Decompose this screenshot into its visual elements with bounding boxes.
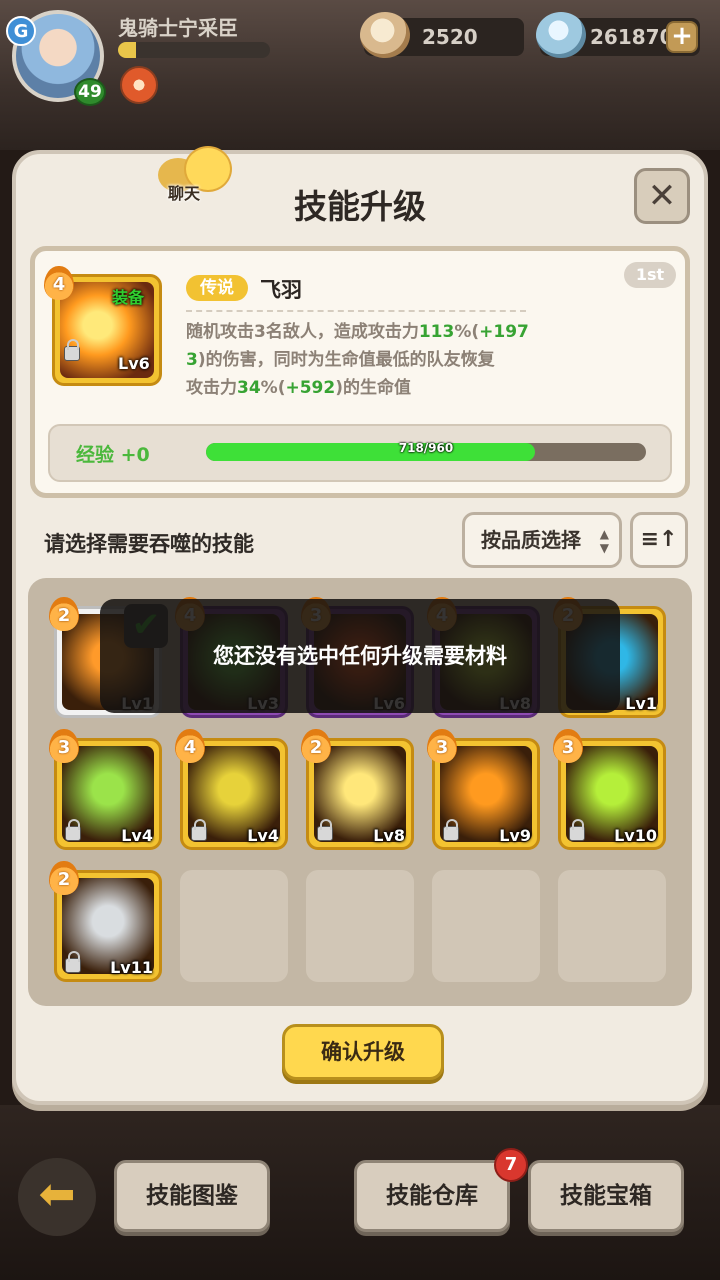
skill-level-label: Lv4 bbox=[247, 826, 279, 845]
skill-description: 随机攻击3名敌人，造成攻击力113%(+197 3)的伤害，同时为生命值最低的队友… bbox=[186, 322, 529, 398]
toast-message: 您还没有选中任何升级需要材料 bbox=[100, 599, 620, 713]
dropdown-label: 按品质选择 bbox=[481, 528, 581, 552]
skill-level-label: Lv8 bbox=[373, 826, 405, 845]
lock-icon bbox=[65, 951, 81, 973]
skill-warehouse-button[interactable]: 技能仓库 bbox=[354, 1160, 510, 1232]
skill-level-label: Lv4 bbox=[121, 826, 153, 845]
warehouse-notification-badge: 7 bbox=[494, 1148, 528, 1182]
gem-amount: 261870 bbox=[590, 25, 674, 49]
player-exp-bar bbox=[118, 42, 270, 58]
lock-icon bbox=[569, 819, 585, 841]
lock-icon bbox=[317, 819, 333, 841]
avatar-badge-icon: G bbox=[6, 16, 36, 46]
star-badge: 3 bbox=[49, 729, 79, 763]
lock-icon bbox=[65, 819, 81, 841]
star-badge: 4 bbox=[44, 266, 74, 300]
lock-icon bbox=[443, 819, 459, 841]
shell-icon bbox=[360, 12, 410, 58]
material-skill-slot[interactable]: Lv11 2 bbox=[49, 861, 162, 982]
select-label: 请选择需要吞噬的技能 bbox=[44, 532, 254, 556]
material-skill-slot[interactable]: Lv4 3 bbox=[49, 729, 162, 850]
exp-label: 经验 +0 bbox=[76, 444, 150, 466]
empty-slot bbox=[558, 870, 666, 982]
skill-level: Lv6 bbox=[118, 354, 150, 373]
star-badge: 2 bbox=[301, 729, 331, 763]
empty-slot bbox=[432, 870, 540, 982]
back-arrow-icon[interactable]: ⬅ bbox=[18, 1158, 96, 1236]
material-skill-slot[interactable]: Lv9 3 bbox=[427, 729, 540, 850]
rank-badge: 1st bbox=[624, 262, 676, 288]
sort-button[interactable]: ≡↑ bbox=[630, 512, 688, 568]
star-badge: 2 bbox=[49, 861, 79, 895]
shell-amount: 2520 bbox=[422, 25, 478, 49]
player-exp-fill bbox=[118, 42, 137, 58]
material-skill-slot[interactable]: Lv8 2 bbox=[301, 729, 414, 850]
currency-gem: 261870 + bbox=[536, 12, 700, 58]
add-gem-button[interactable]: + bbox=[666, 21, 698, 53]
material-skill-slot[interactable]: Lv10 3 bbox=[553, 729, 666, 850]
skill-level-label: Lv9 bbox=[499, 826, 531, 845]
star-badge: 4 bbox=[175, 729, 205, 763]
panel-title: 技能升级 bbox=[294, 187, 426, 226]
divider bbox=[186, 310, 526, 312]
player-level-badge: 49 bbox=[74, 78, 106, 106]
skill-exp-text: 718/960 bbox=[398, 441, 454, 455]
guild-icon[interactable] bbox=[120, 66, 158, 104]
skill-level-label: Lv1 bbox=[625, 694, 657, 713]
empty-slot bbox=[180, 870, 288, 982]
currency-shell: 2520 bbox=[360, 12, 524, 58]
gem-icon bbox=[536, 12, 586, 58]
skill-name: 飞羽 bbox=[260, 278, 302, 302]
quality-select-dropdown[interactable]: 按品质选择 ▲ ▼ bbox=[462, 512, 622, 568]
empty-slot bbox=[306, 870, 414, 982]
lock-icon bbox=[64, 339, 80, 361]
dropdown-arrows-icon: ▲ ▼ bbox=[599, 527, 609, 555]
close-button[interactable]: ✕ bbox=[634, 168, 690, 224]
skill-level-label: Lv10 bbox=[614, 826, 657, 845]
star-badge: 3 bbox=[553, 729, 583, 763]
material-skill-slot[interactable]: Lv4 4 bbox=[175, 729, 288, 850]
skill-codex-button[interactable]: 技能图鉴 bbox=[114, 1160, 270, 1232]
player-name: 鬼骑士宁采臣 bbox=[118, 16, 238, 40]
equipped-label: 装备 bbox=[112, 288, 145, 307]
lock-icon bbox=[191, 819, 207, 841]
skill-chest-button[interactable]: 技能宝箱 bbox=[528, 1160, 684, 1232]
star-badge: 2 bbox=[49, 597, 79, 631]
star-badge: 3 bbox=[427, 729, 457, 763]
rarity-badge: 传说 bbox=[186, 275, 248, 301]
confirm-upgrade-button[interactable]: 确认升级 bbox=[282, 1024, 444, 1080]
skill-level-label: Lv11 bbox=[110, 958, 153, 977]
